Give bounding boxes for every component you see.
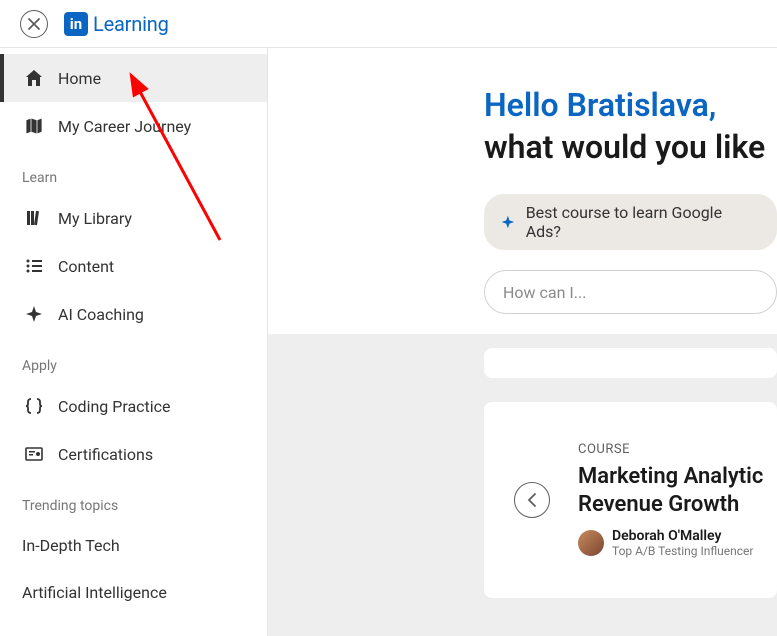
content-section: COURSE Marketing Analytic Revenue Growth… bbox=[268, 334, 777, 636]
sidebar: Home My Career Journey Learn My Library … bbox=[0, 48, 268, 636]
search-placeholder: How can I... bbox=[503, 283, 586, 302]
chip-label: Best course to learn Google Ads? bbox=[526, 203, 757, 241]
header: in Learning bbox=[0, 0, 777, 48]
prev-button[interactable] bbox=[514, 482, 550, 518]
section-label-apply: Apply bbox=[0, 338, 267, 382]
course-info: COURSE Marketing Analytic Revenue Growth… bbox=[578, 442, 763, 558]
sidebar-item-label: Home bbox=[58, 69, 101, 88]
sidebar-item-coding-practice[interactable]: Coding Practice bbox=[0, 382, 267, 430]
logo[interactable]: in Learning bbox=[64, 12, 169, 36]
main-content: Hello Bratislava, what would you like Be… bbox=[268, 48, 777, 636]
sidebar-item-certifications[interactable]: Certifications bbox=[0, 430, 267, 478]
sidebar-item-label: Certifications bbox=[58, 445, 153, 464]
chevron-left-icon bbox=[527, 493, 537, 507]
sidebar-item-label: Content bbox=[58, 257, 114, 276]
close-icon bbox=[27, 17, 41, 31]
sidebar-item-my-library[interactable]: My Library bbox=[0, 194, 267, 242]
logo-badge: in bbox=[64, 12, 88, 36]
sidebar-item-career-journey[interactable]: My Career Journey bbox=[0, 102, 267, 150]
sidebar-item-label: My Career Journey bbox=[58, 117, 191, 136]
sidebar-item-content[interactable]: Content bbox=[0, 242, 267, 290]
sidebar-item-label: AI Coaching bbox=[58, 305, 144, 324]
certificate-icon bbox=[22, 444, 46, 464]
avatar bbox=[578, 530, 604, 556]
sidebar-item-label: My Library bbox=[58, 209, 132, 228]
list-icon bbox=[22, 256, 46, 276]
prompt-line: what would you like bbox=[484, 128, 777, 166]
sidebar-item-ai-coaching[interactable]: AI Coaching bbox=[0, 290, 267, 338]
logo-text: Learning bbox=[93, 12, 169, 36]
braces-icon bbox=[22, 396, 46, 416]
card-placeholder bbox=[484, 348, 777, 378]
suggestion-chip[interactable]: Best course to learn Google Ads? bbox=[484, 194, 777, 250]
library-icon bbox=[22, 208, 46, 228]
trending-item-ai[interactable]: Artificial Intelligence bbox=[0, 569, 267, 616]
course-type-label: COURSE bbox=[578, 442, 763, 457]
close-button[interactable] bbox=[20, 10, 48, 38]
author-subtitle: Top A/B Testing Influencer bbox=[612, 544, 753, 558]
sparkle-icon bbox=[500, 214, 516, 230]
greeting: Hello Bratislava, bbox=[484, 86, 777, 124]
map-icon bbox=[22, 116, 46, 136]
section-label-learn: Learn bbox=[0, 150, 267, 194]
author-row: Deborah O'Malley Top A/B Testing Influen… bbox=[578, 528, 763, 558]
sparkle-icon bbox=[22, 304, 46, 324]
search-input[interactable]: How can I... bbox=[484, 270, 777, 314]
home-icon bbox=[22, 68, 46, 88]
course-title: Marketing Analytic Revenue Growth bbox=[578, 463, 763, 518]
section-label-trending: Trending topics bbox=[0, 478, 267, 522]
sidebar-item-label: Coding Practice bbox=[58, 397, 171, 416]
trending-item-indepth-tech[interactable]: In-Depth Tech bbox=[0, 522, 267, 569]
course-card[interactable]: COURSE Marketing Analytic Revenue Growth… bbox=[484, 402, 777, 598]
author-name: Deborah O'Malley bbox=[612, 528, 753, 544]
sidebar-item-home[interactable]: Home bbox=[0, 54, 267, 102]
